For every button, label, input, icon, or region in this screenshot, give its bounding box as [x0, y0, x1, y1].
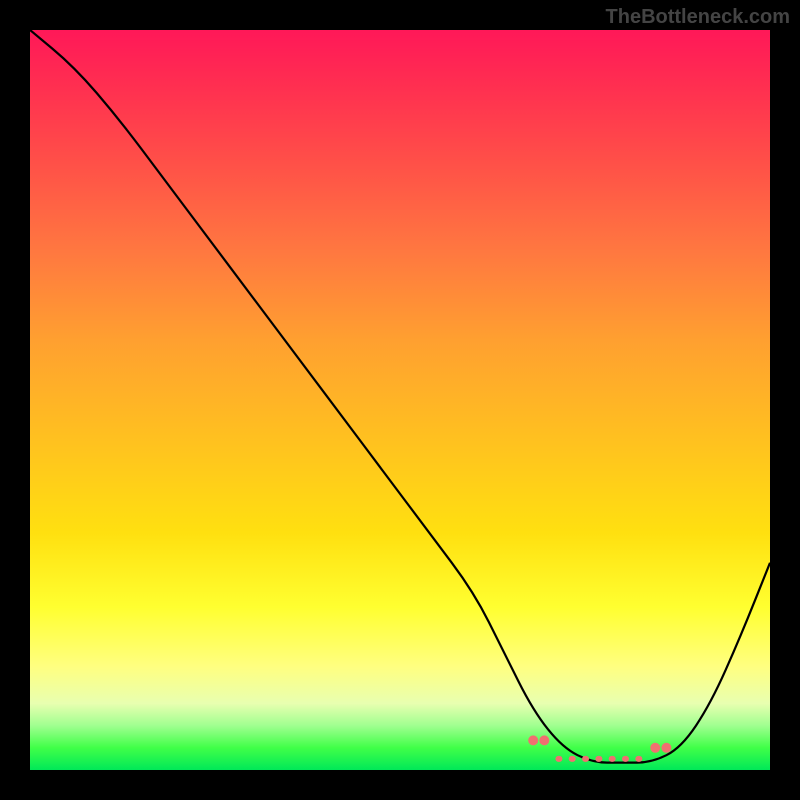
curve-layer [30, 30, 770, 770]
bottleneck-curve [30, 30, 770, 763]
watermark-text: TheBottleneck.com [606, 6, 790, 29]
chart-container: TheBottleneck.com [0, 0, 800, 800]
flat-region-markers [528, 735, 671, 762]
plot-area [30, 30, 770, 770]
